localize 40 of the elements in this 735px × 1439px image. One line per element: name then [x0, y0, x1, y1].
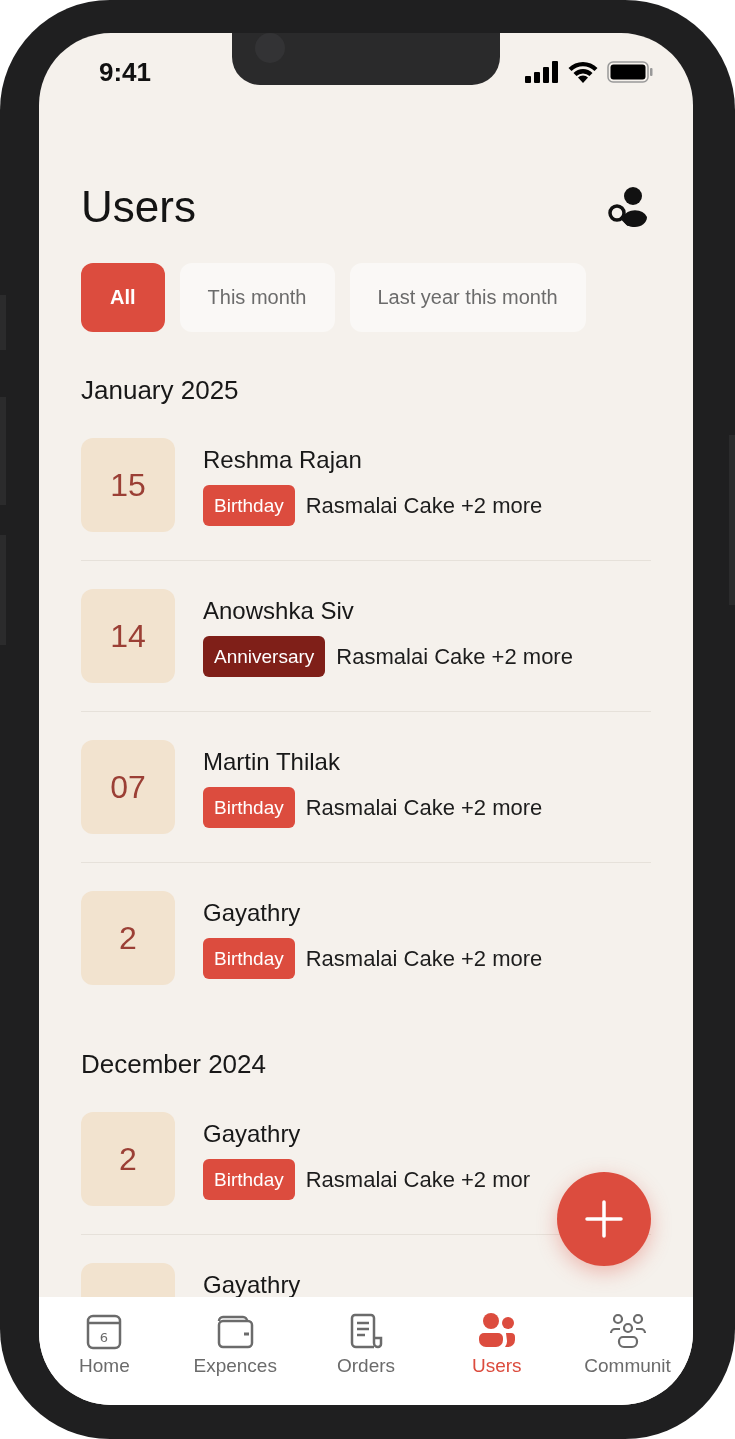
user-name: Reshma Rajan: [203, 445, 363, 475]
add-button[interactable]: [557, 1172, 651, 1266]
date-number: 14: [110, 617, 146, 655]
date-number: 15: [110, 466, 146, 504]
nav-tab[interactable]: Users: [431, 1297, 563, 1405]
section-title: January 2025: [81, 374, 240, 407]
nav-tab[interactable]: Expences: [169, 1297, 301, 1405]
user-name: Anowshka Siv: [203, 596, 355, 626]
date-number: 07: [110, 768, 146, 806]
user-name: Martin Thilak: [203, 747, 341, 777]
event-tag: Birthday: [203, 485, 295, 526]
event-tag: Anniversary: [203, 636, 326, 677]
signal-icon: [525, 61, 559, 83]
user-search-button[interactable]: [605, 185, 649, 229]
order-summary: Rasmalai Cake +2 mor: [305, 1166, 531, 1193]
nav-tab[interactable]: Orders: [300, 1297, 432, 1405]
nav-tab[interactable]: 6 Home: [39, 1297, 170, 1405]
event-tag: Birthday: [203, 1159, 295, 1200]
event-tag: Birthday: [203, 787, 295, 828]
status-time: 9:41: [99, 56, 152, 88]
page-title: Users: [81, 182, 196, 232]
plus-icon: [584, 1199, 624, 1239]
order-summary: Rasmalai Cake +2 more: [305, 492, 543, 519]
community-icon: [607, 1311, 648, 1351]
filter-chip[interactable]: Last year this month: [349, 263, 586, 332]
section-title: December 2024: [81, 1048, 267, 1081]
date-number: 2: [119, 919, 137, 957]
filter-chip[interactable]: All: [81, 263, 165, 332]
battery-icon: [607, 61, 653, 83]
user-search-icon: [605, 185, 649, 229]
user-name: Gayathry: [203, 1119, 302, 1149]
order-summary: Rasmalai Cake +2 more: [305, 794, 543, 821]
event-tag: Birthday: [203, 938, 295, 979]
nav-tab[interactable]: Communit: [562, 1297, 693, 1405]
date-number: 2: [119, 1140, 137, 1178]
order-summary: Rasmalai Cake +2 more: [336, 643, 573, 670]
user-name: Gayathry: [203, 898, 302, 928]
order-summary: Rasmalai Cake +2 more: [305, 945, 543, 972]
filter-chip[interactable]: This month: [179, 263, 335, 332]
wifi-icon: [567, 61, 599, 83]
